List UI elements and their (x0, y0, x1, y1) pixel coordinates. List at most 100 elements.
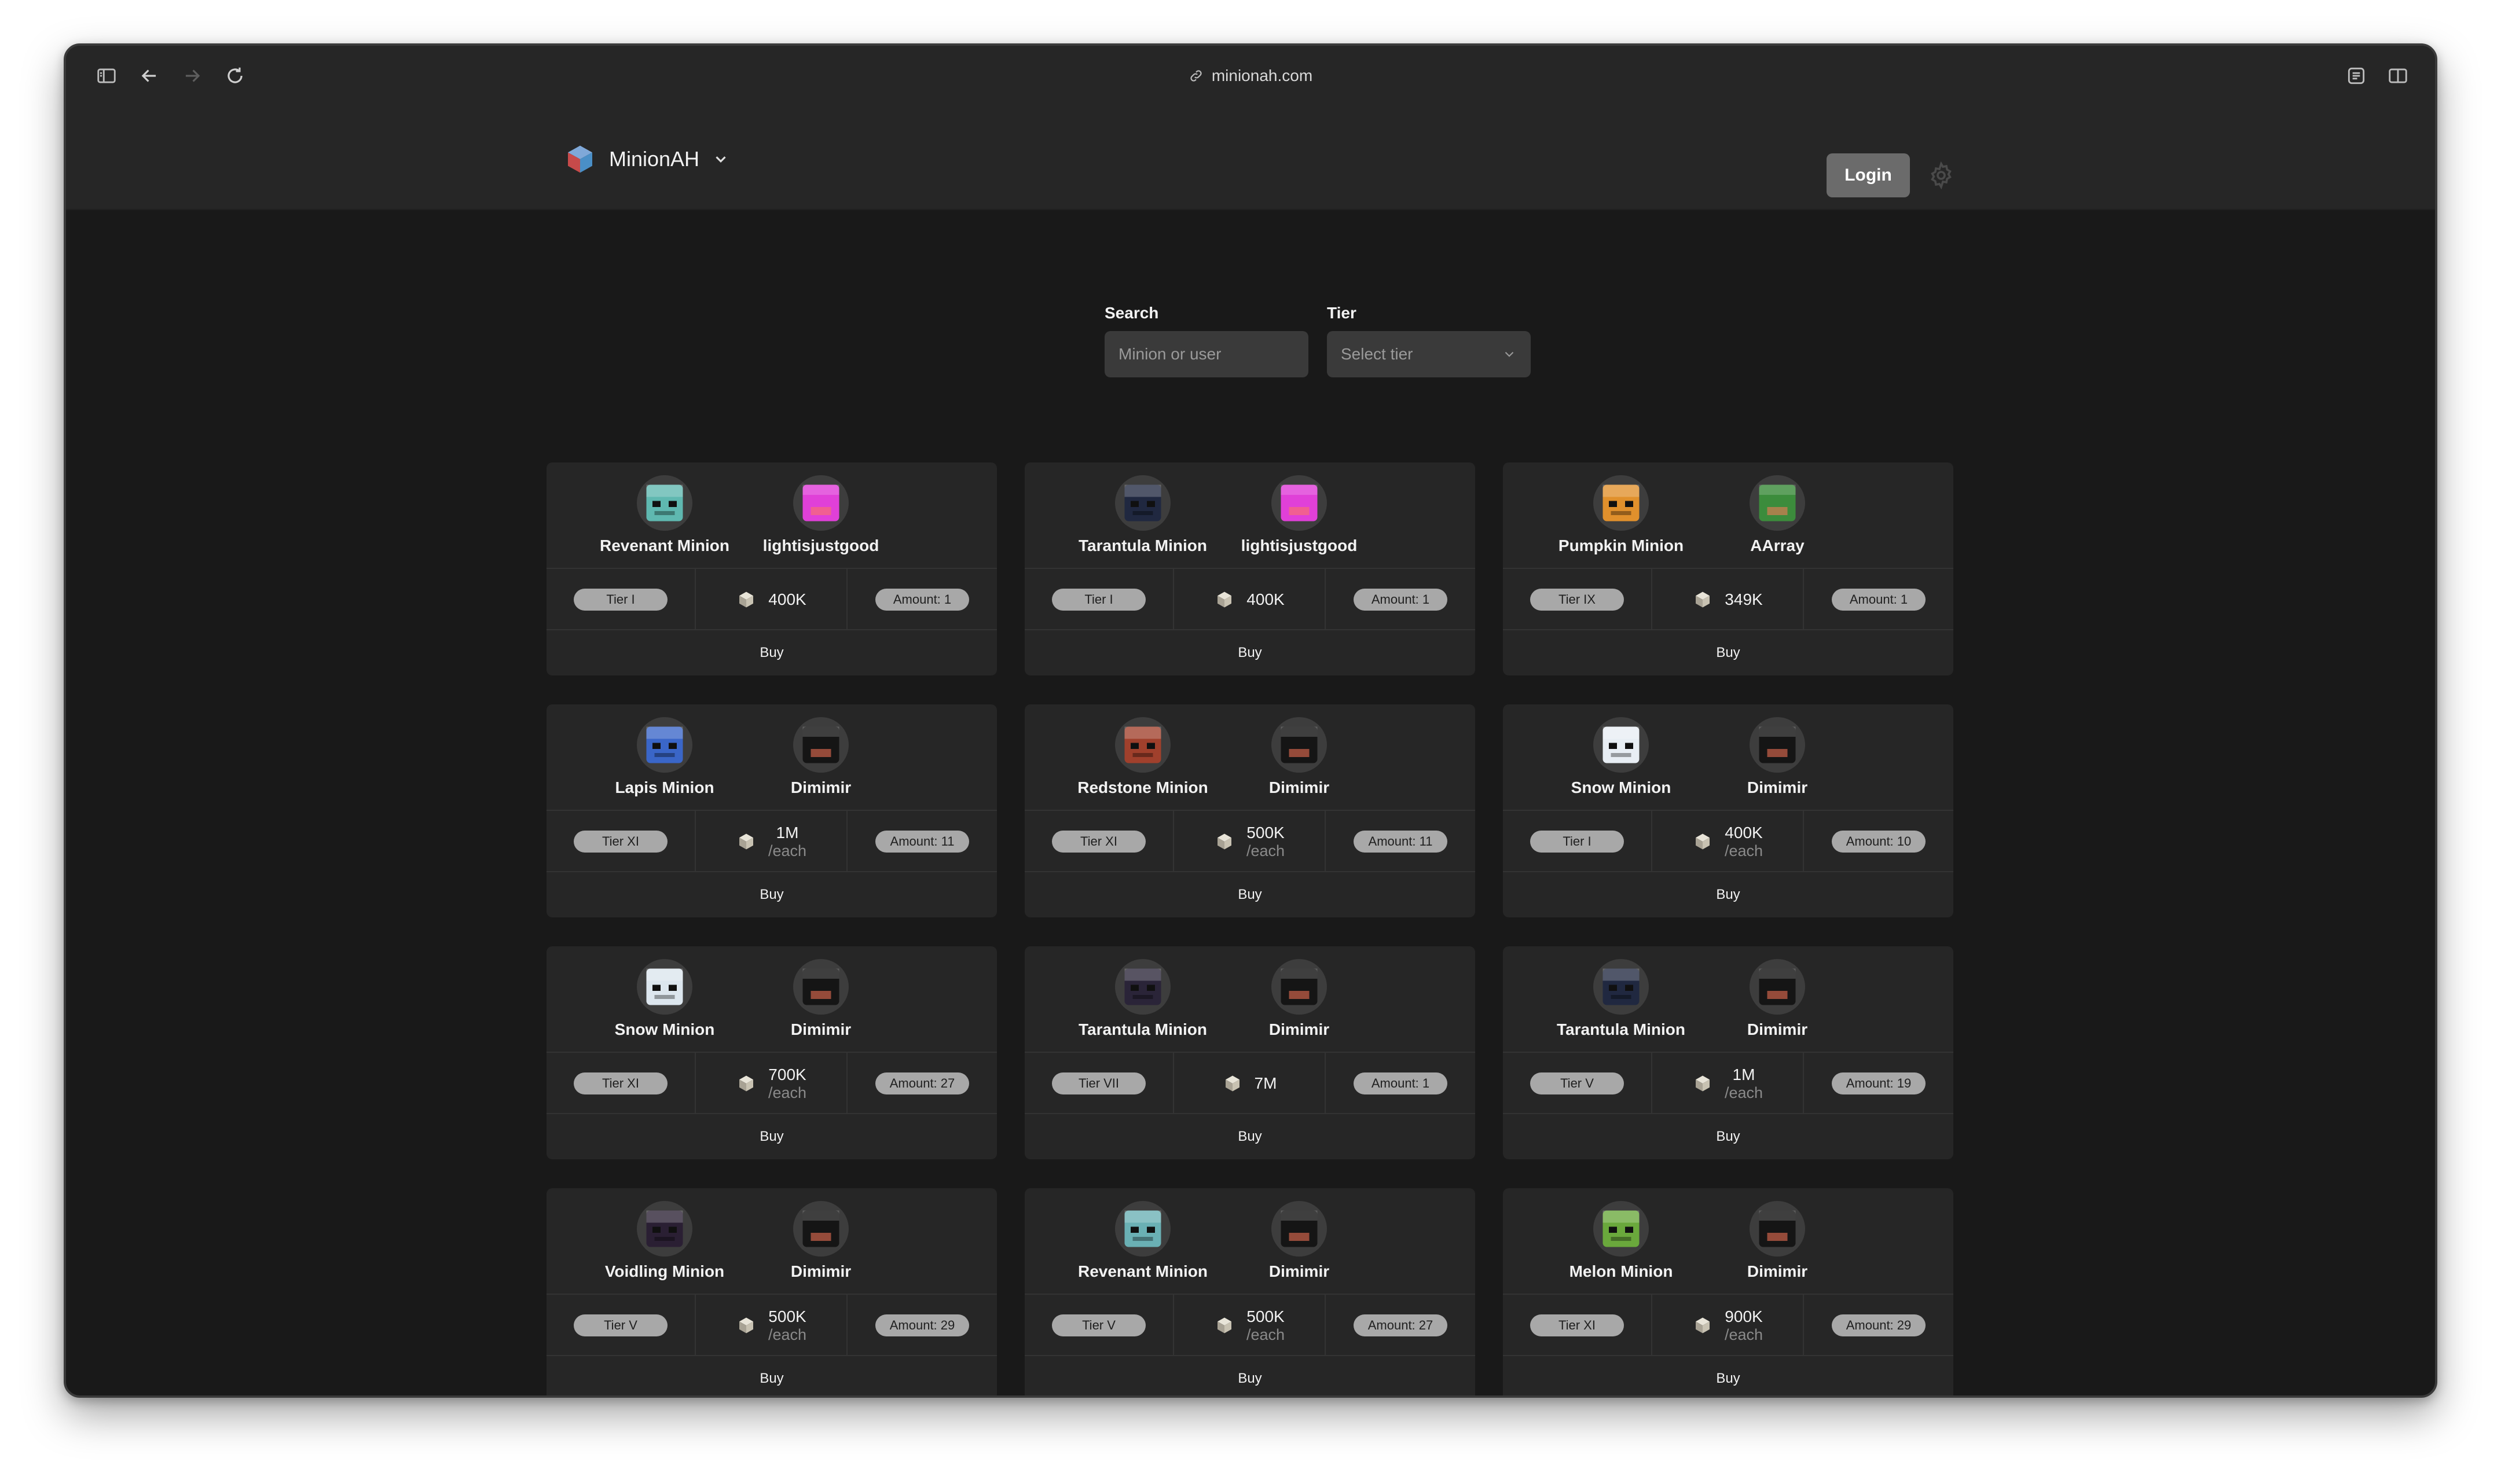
buy-button[interactable]: Buy (1025, 630, 1475, 675)
seller-name[interactable]: Dimimir (1269, 1262, 1329, 1281)
buy-button[interactable]: Buy (547, 630, 997, 675)
buy-button[interactable]: Buy (1503, 1356, 1953, 1395)
card-header: Lapis Minion Dimimir (547, 704, 997, 811)
tier-badge: Tier V (1530, 1072, 1624, 1094)
amount-cell: Amount: 29 (848, 1295, 997, 1356)
buy-button[interactable]: Buy (1503, 630, 1953, 675)
amount-cell: Amount: 29 (1804, 1295, 1953, 1356)
minion-head-icon (637, 717, 692, 773)
card-header: Tarantula Minion Dimimir (1503, 946, 1953, 1053)
tier-placeholder: Select tier (1341, 345, 1413, 363)
seller-avatar[interactable] (1750, 475, 1805, 531)
listing-card: Melon Minion Dimimir Tier XI 900K/each Amoun… (1503, 1188, 1953, 1395)
seller-name[interactable]: AArray (1750, 537, 1804, 555)
seller-info[interactable]: Dimimir (1230, 959, 1369, 1039)
seller-info[interactable]: Dimimir (751, 1201, 890, 1281)
amount-badge: Amount: 10 (1832, 831, 1926, 853)
settings-gear-icon[interactable] (1927, 161, 1955, 189)
card-header: Tarantula Minion Dimimir (1025, 946, 1475, 1053)
seller-info[interactable]: Dimimir (751, 959, 890, 1039)
minion-head-icon (1593, 475, 1649, 531)
tier-select[interactable]: Select tier (1327, 331, 1531, 377)
minion-info: Lapis Minion (595, 717, 734, 797)
seller-info[interactable]: Dimimir (1708, 1201, 1847, 1281)
seller-name[interactable]: Dimimir (1747, 778, 1807, 797)
brand-menu[interactable]: MinionAH (564, 141, 729, 178)
search-input[interactable]: Minion or user (1105, 331, 1308, 377)
amount-badge: Amount: 1 (1354, 589, 1447, 611)
address-bar[interactable]: minionah.com (66, 62, 2435, 90)
amount-cell: Amount: 10 (1804, 811, 1953, 872)
price-cell: 500K/each (696, 1295, 848, 1356)
tier-badge: Tier I (1530, 831, 1624, 853)
seller-name[interactable]: Dimimir (1747, 1262, 1807, 1281)
buy-button[interactable]: Buy (547, 1356, 997, 1395)
minion-name: Snow Minion (614, 1020, 715, 1038)
seller-name[interactable]: lightisjustgood (1241, 537, 1358, 555)
minion-head-icon (1115, 475, 1171, 531)
seller-info[interactable]: Dimimir (1230, 717, 1369, 797)
seller-info[interactable]: Dimimir (751, 717, 890, 797)
seller-info[interactable]: Dimimir (1708, 959, 1847, 1039)
coin-icon (1695, 1075, 1710, 1092)
minion-name: Pumpkin Minion (1558, 537, 1684, 554)
listing-card: Tarantula Minion Dimimir Tier V 1M/each Amou… (1503, 946, 1953, 1159)
tier-cell: Tier I (1025, 569, 1174, 630)
seller-avatar[interactable] (1271, 1201, 1327, 1257)
amount-cell: Amount: 11 (848, 811, 997, 872)
tier-badge: Tier V (1052, 1314, 1146, 1336)
seller-avatar[interactable] (793, 475, 849, 531)
minion-info: Tarantula Minion (1073, 959, 1212, 1039)
card-header: Revenant Minion lightisjustgood (547, 462, 997, 569)
minion-head-icon (637, 1201, 692, 1257)
seller-avatar[interactable] (1750, 717, 1805, 773)
price-unit: /each (1724, 842, 1763, 859)
buy-button[interactable]: Buy (547, 872, 997, 917)
login-button[interactable]: Login (1827, 153, 1910, 197)
minion-name: Snow Minion (1571, 778, 1671, 796)
split-view-icon[interactable] (2381, 58, 2415, 93)
tier-cell: Tier XI (547, 811, 696, 872)
minion-info: Snow Minion (595, 959, 734, 1039)
minion-name: Lapis Minion (615, 778, 714, 796)
minion-head-icon (1593, 1201, 1649, 1257)
amount-cell: Amount: 1 (848, 569, 997, 630)
seller-name[interactable]: Dimimir (1269, 778, 1329, 797)
seller-avatar[interactable] (1271, 717, 1327, 773)
reader-icon[interactable] (2339, 58, 2374, 93)
seller-name[interactable]: Dimimir (791, 778, 851, 797)
amount-badge: Amount: 29 (1832, 1314, 1926, 1336)
buy-button[interactable]: Buy (1503, 872, 1953, 917)
buy-button[interactable]: Buy (547, 1114, 997, 1159)
seller-avatar[interactable] (793, 717, 849, 773)
seller-avatar[interactable] (793, 1201, 849, 1257)
buy-button[interactable]: Buy (1025, 1356, 1475, 1395)
seller-avatar[interactable] (1271, 475, 1327, 531)
seller-name[interactable]: Dimimir (791, 1020, 851, 1039)
amount-cell: Amount: 27 (848, 1053, 997, 1114)
buy-button[interactable]: Buy (1025, 872, 1475, 917)
buy-button[interactable]: Buy (1503, 1114, 1953, 1159)
seller-info[interactable]: AArray (1708, 475, 1847, 555)
listing-card: Snow Minion Dimimir Tier XI 700K/each Amount… (547, 946, 997, 1159)
seller-name[interactable]: Dimimir (1269, 1020, 1329, 1039)
seller-info[interactable]: lightisjustgood (751, 475, 890, 555)
seller-avatar[interactable] (1750, 1201, 1805, 1257)
minion-info: Revenant Minion (1073, 1201, 1212, 1281)
price-unit: /each (768, 1325, 807, 1343)
seller-name[interactable]: lightisjustgood (763, 537, 879, 555)
minion-head-icon (1115, 959, 1171, 1015)
price-cell: 500K/each (1174, 811, 1326, 872)
seller-avatar[interactable] (793, 959, 849, 1015)
seller-info[interactable]: Dimimir (1230, 1201, 1369, 1281)
tier-badge: Tier I (574, 589, 668, 611)
price-value: 500K (1246, 1307, 1285, 1325)
buy-button[interactable]: Buy (1025, 1114, 1475, 1159)
seller-name[interactable]: Dimimir (791, 1262, 851, 1281)
seller-info[interactable]: Dimimir (1708, 717, 1847, 797)
seller-avatar[interactable] (1750, 959, 1805, 1015)
seller-name[interactable]: Dimimir (1747, 1020, 1807, 1039)
seller-avatar[interactable] (1271, 959, 1327, 1015)
card-details: Tier XI 700K/each Amount: 27 (547, 1053, 997, 1114)
seller-info[interactable]: lightisjustgood (1230, 475, 1369, 555)
